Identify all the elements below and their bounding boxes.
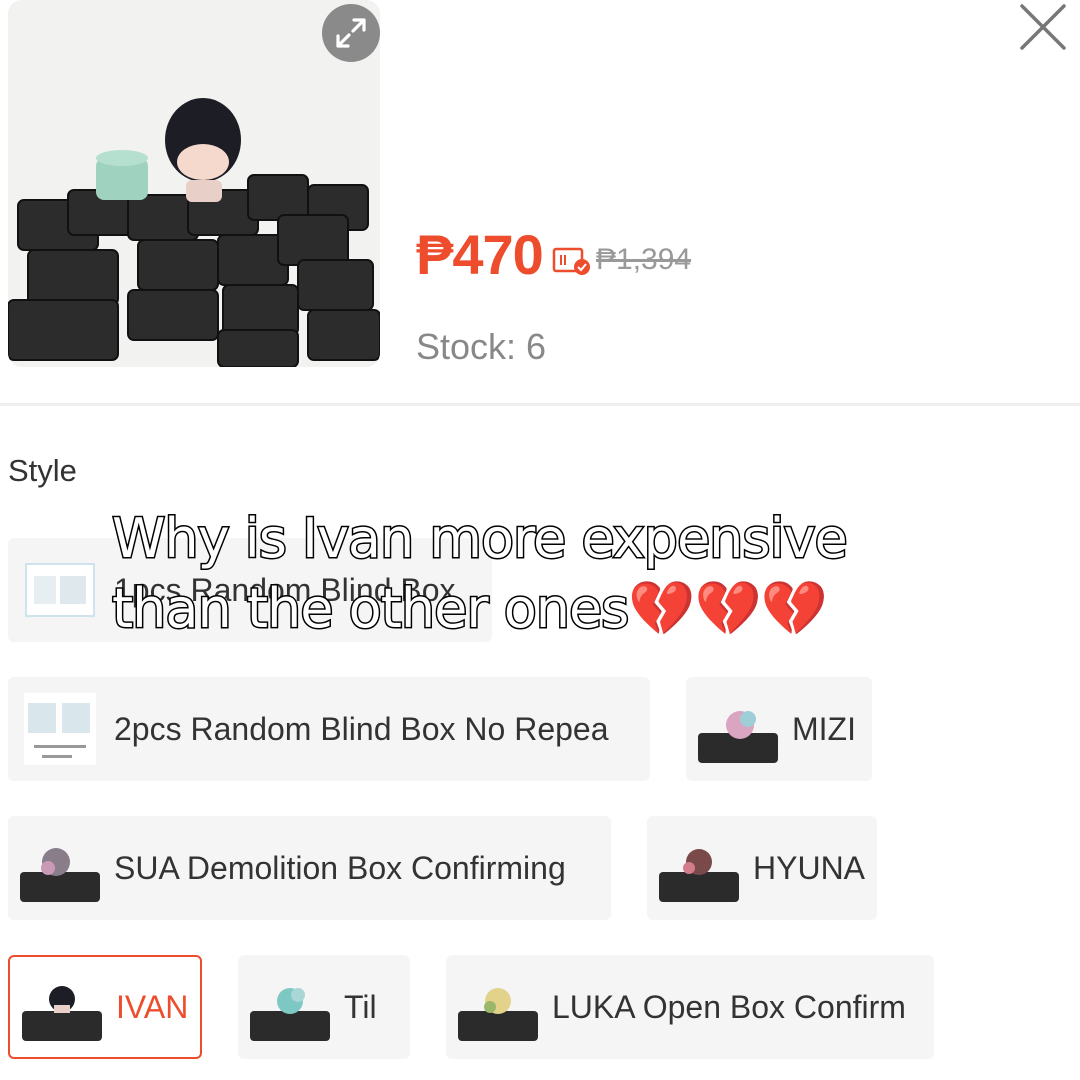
expand-image-button[interactable]: [322, 4, 380, 62]
current-price: ₱470: [416, 223, 544, 286]
voucher-badge: [552, 245, 592, 282]
option-label: Til: [344, 988, 377, 1025]
variation-option[interactable]: SUA Demolition Box Confirming: [8, 816, 611, 920]
variation-title: Style: [8, 453, 77, 488]
option-label: HYUNA: [753, 849, 866, 886]
option-thumbnail: [20, 689, 100, 769]
variation-option[interactable]: HYUNA: [647, 816, 877, 920]
option-thumbnail: [698, 689, 778, 769]
divider: [0, 403, 1080, 406]
caption-line-1: Why is Ivan more expensive: [111, 506, 850, 572]
keyboard-figure-image: [8, 0, 380, 367]
option-label: LUKA Open Box Confirm: [552, 988, 906, 1025]
option-thumbnail: [458, 967, 538, 1047]
variation-option-selected[interactable]: IVAN: [8, 955, 202, 1059]
option-thumbnail: [20, 550, 100, 630]
variation-option[interactable]: 2pcs Random Blind Box No Repea: [8, 677, 650, 781]
option-label: IVAN: [116, 988, 189, 1025]
original-price: ₱1,394: [596, 243, 692, 276]
variation-option[interactable]: MIZI: [686, 677, 872, 781]
option-thumbnail: [250, 967, 330, 1047]
voucher-icon: [552, 247, 590, 275]
variation-option[interactable]: Til: [238, 955, 410, 1059]
option-label: 2pcs Random Blind Box No Repea: [114, 710, 609, 747]
close-button[interactable]: [1016, 0, 1070, 54]
stock-count: Stock: 6: [416, 326, 547, 367]
option-label: MIZI: [792, 710, 856, 747]
overlay-caption: Why is Ivan more expensive than the othe…: [110, 504, 850, 644]
expand-icon: [336, 18, 366, 48]
broken-heart-emoji: 💔💔💔: [628, 577, 828, 640]
close-icon: [1020, 4, 1066, 50]
product-image[interactable]: [8, 0, 380, 367]
caption-line-2: than the other ones: [110, 576, 630, 642]
option-label: SUA Demolition Box Confirming: [114, 849, 566, 886]
option-thumbnail: [20, 828, 100, 908]
variation-option[interactable]: LUKA Open Box Confirm: [446, 955, 934, 1059]
option-thumbnail: [22, 967, 102, 1047]
option-thumbnail: [659, 828, 739, 908]
